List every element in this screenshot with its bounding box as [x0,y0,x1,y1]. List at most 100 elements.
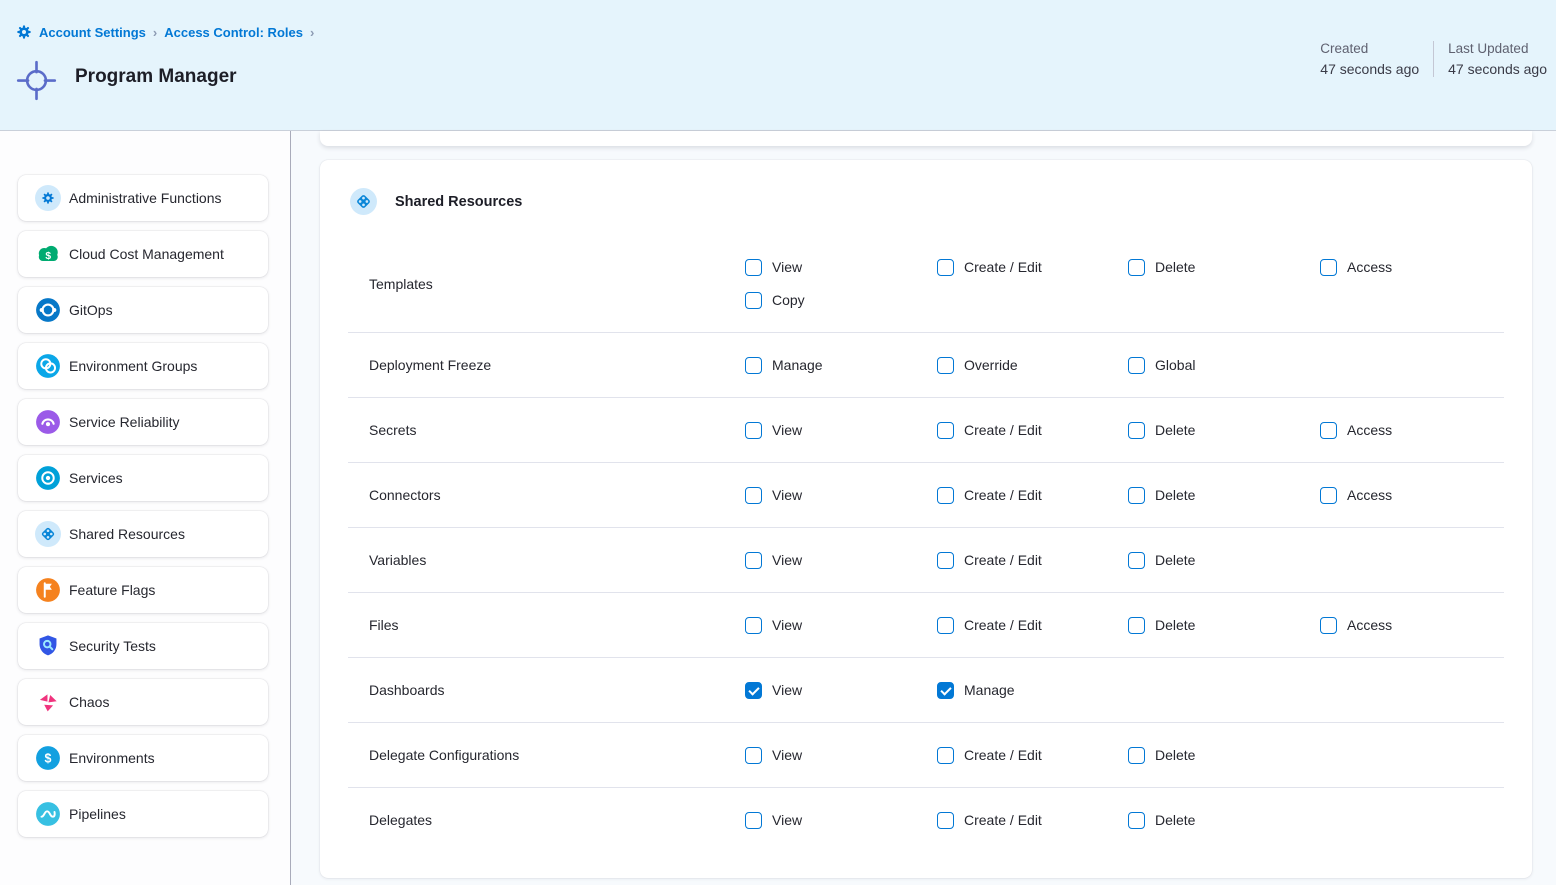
permission-label: Create / Edit [964,809,1042,831]
checkbox-files-delete[interactable] [1128,617,1145,634]
permission-cell: Access [1320,256,1504,278]
checkbox-delegates-view[interactable] [745,812,762,829]
sidebar-item-pipelines[interactable]: Pipelines [18,791,268,837]
permission-cell: View [745,484,937,506]
permission-connectors-delete[interactable]: Delete [1128,484,1320,506]
sidebar-item-security-tests[interactable]: Security Tests [18,623,268,669]
permission-secrets-access[interactable]: Access [1320,419,1504,441]
permission-cell: View [745,419,937,441]
checkbox-deployment-freeze-manage[interactable] [745,357,762,374]
checkbox-files-access[interactable] [1320,617,1337,634]
checkbox-dashboards-view[interactable] [745,682,762,699]
checkbox-delegates-delete[interactable] [1128,812,1145,829]
checkbox-secrets-delete[interactable] [1128,422,1145,439]
checkbox-connectors-delete[interactable] [1128,487,1145,504]
permission-cell: Delete [1128,549,1320,571]
permission-cell: Manage [745,354,937,376]
last-updated-value: 47 seconds ago [1448,61,1547,77]
checkbox-connectors-create-edit[interactable] [937,487,954,504]
checkbox-secrets-view[interactable] [745,422,762,439]
checkbox-delegate-configurations-view[interactable] [745,747,762,764]
checkbox-variables-view[interactable] [745,552,762,569]
checkbox-files-view[interactable] [745,617,762,634]
permission-templates-create-edit[interactable]: Create / Edit [937,256,1128,278]
checkbox-secrets-create-edit[interactable] [937,422,954,439]
permission-cell: Create / Edit [937,419,1128,441]
checkbox-dashboards-manage[interactable] [937,682,954,699]
permission-files-delete[interactable]: Delete [1128,614,1320,636]
permission-cell: Delete [1128,484,1320,506]
role-meta: Created 47 seconds ago Last Updated 47 s… [1320,41,1547,77]
checkbox-deployment-freeze-override[interactable] [937,357,954,374]
permission-templates-view[interactable]: View [745,256,937,278]
permission-cell: Create / Edit [937,484,1128,506]
sidebar-item-shared-resources[interactable]: Shared Resources [18,511,268,557]
permission-delegates-create-edit[interactable]: Create / Edit [937,809,1128,831]
permission-variables-view[interactable]: View [745,549,937,571]
permission-cell: View [745,679,937,701]
checkbox-variables-delete[interactable] [1128,552,1145,569]
permission-dashboards-manage[interactable]: Manage [937,679,1128,701]
sidebar-item-environments[interactable]: Environments [18,735,268,781]
checkbox-connectors-access[interactable] [1320,487,1337,504]
permission-deployment-freeze-override[interactable]: Override [937,354,1128,376]
checkbox-secrets-access[interactable] [1320,422,1337,439]
sidebar-item-feature-flags[interactable]: Feature Flags [18,567,268,613]
permission-delegate-configurations-delete[interactable]: Delete [1128,744,1320,766]
permission-connectors-access[interactable]: Access [1320,484,1504,506]
checkbox-files-create-edit[interactable] [937,617,954,634]
permission-secrets-view[interactable]: View [745,419,937,441]
permission-cell: View [745,549,937,571]
checkbox-templates-access[interactable] [1320,259,1337,276]
sidebar-item-services[interactable]: Services [18,455,268,501]
permission-row-delegates: DelegatesViewCreate / EditDelete [348,787,1504,852]
permission-variables-delete[interactable]: Delete [1128,549,1320,571]
sidebar-item-cloud-cost-management[interactable]: Cloud Cost Management [18,231,268,277]
security-tests-icon [35,633,61,659]
sidebar-item-label: Security Tests [69,638,156,654]
checkbox-deployment-freeze-global[interactable] [1128,357,1145,374]
permission-templates-delete[interactable]: Delete [1128,256,1320,278]
permission-dashboards-view[interactable]: View [745,679,937,701]
permission-files-access[interactable]: Access [1320,614,1504,636]
checkbox-templates-create-edit[interactable] [937,259,954,276]
permission-deployment-freeze-manage[interactable]: Manage [745,354,937,376]
sidebar-item-label: Chaos [69,694,109,710]
sidebar-item-gitops[interactable]: GitOps [18,287,268,333]
permission-secrets-delete[interactable]: Delete [1128,419,1320,441]
section-header: Shared Resources [320,160,1532,235]
permission-connectors-create-edit[interactable]: Create / Edit [937,484,1128,506]
sidebar-item-service-reliability[interactable]: Service Reliability [18,399,268,445]
checkbox-delegate-configurations-delete[interactable] [1128,747,1145,764]
sidebar-item-chaos[interactable]: Chaos [18,679,268,725]
checkbox-templates-view[interactable] [745,259,762,276]
permission-templates-copy[interactable]: Copy [745,289,937,311]
checkbox-delegate-configurations-create-edit[interactable] [937,747,954,764]
permission-files-view[interactable]: View [745,614,937,636]
permission-templates-access[interactable]: Access [1320,256,1504,278]
permission-files-create-edit[interactable]: Create / Edit [937,614,1128,636]
permission-variables-create-edit[interactable]: Create / Edit [937,549,1128,571]
permission-deployment-freeze-global[interactable]: Global [1128,354,1320,376]
breadcrumb-access-control-roles[interactable]: Access Control: Roles [164,25,303,40]
permission-cell: Access [1320,419,1504,441]
pipelines-icon [35,801,61,827]
sidebar-item-label: Pipelines [69,806,126,822]
sidebar-item-environment-groups[interactable]: Environment Groups [18,343,268,389]
permission-row-deployment-freeze: Deployment FreezeManageOverrideGlobal [348,332,1504,397]
permission-delegate-configurations-create-edit[interactable]: Create / Edit [937,744,1128,766]
permission-label: View [772,809,802,831]
main-content: Shared Resources TemplatesViewCopyCreate… [291,131,1556,885]
checkbox-variables-create-edit[interactable] [937,552,954,569]
checkbox-delegates-create-edit[interactable] [937,812,954,829]
checkbox-connectors-view[interactable] [745,487,762,504]
permission-connectors-view[interactable]: View [745,484,937,506]
checkbox-templates-copy[interactable] [745,292,762,309]
checkbox-templates-delete[interactable] [1128,259,1145,276]
permission-delegates-delete[interactable]: Delete [1128,809,1320,831]
permission-delegates-view[interactable]: View [745,809,937,831]
breadcrumb-account-settings[interactable]: Account Settings [39,25,146,40]
sidebar-item-administrative-functions[interactable]: Administrative Functions [18,175,268,221]
permission-secrets-create-edit[interactable]: Create / Edit [937,419,1128,441]
permission-delegate-configurations-view[interactable]: View [745,744,937,766]
